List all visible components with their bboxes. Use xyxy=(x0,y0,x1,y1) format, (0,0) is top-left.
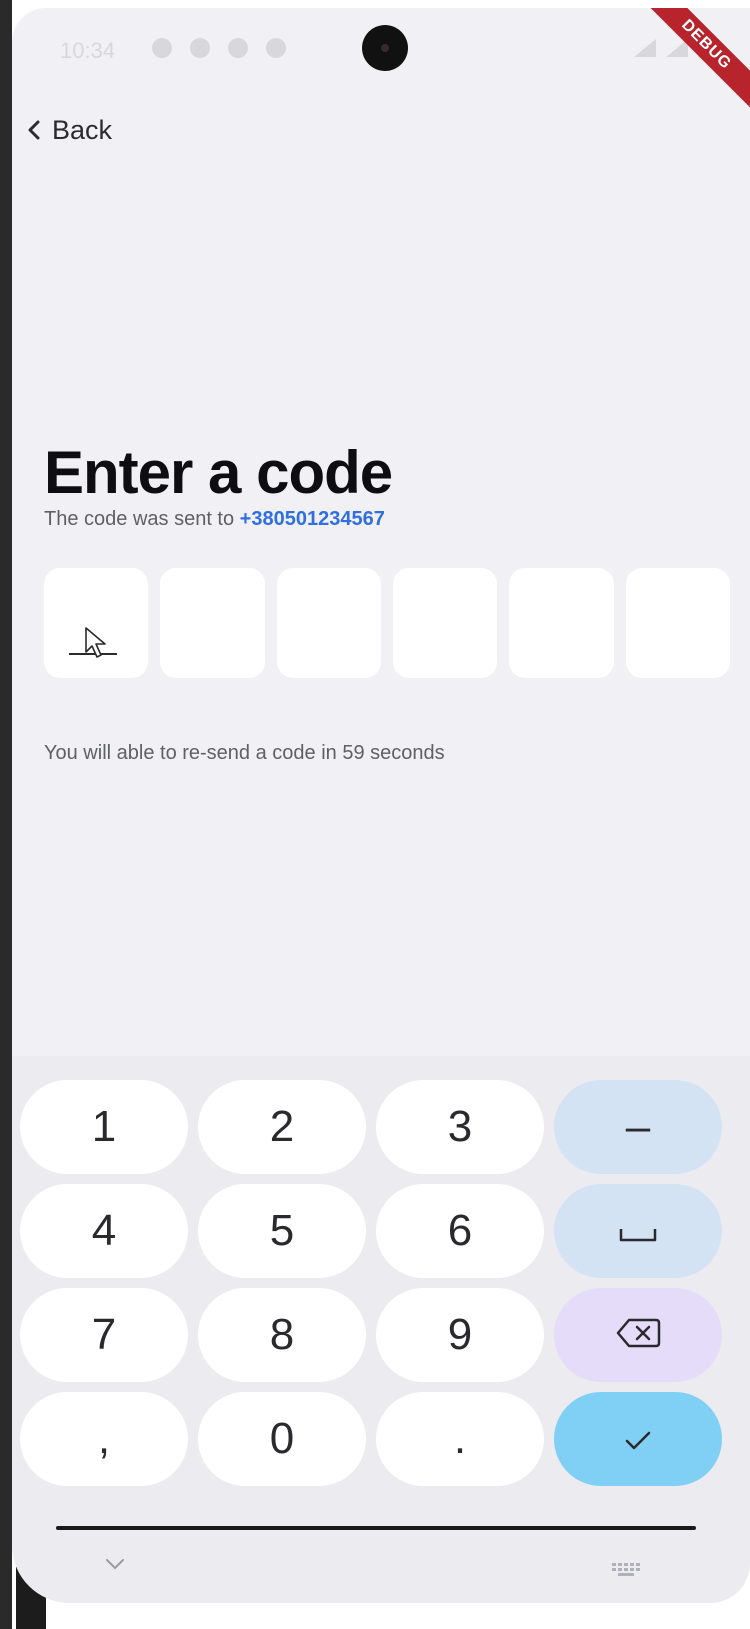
phone-number: +380501234567 xyxy=(239,508,385,530)
key-3[interactable]: 3 xyxy=(376,1080,544,1174)
space-icon xyxy=(618,1206,658,1256)
notification-icon xyxy=(228,38,248,58)
chevron-down-icon[interactable] xyxy=(104,1557,126,1576)
key-period[interactable]: . xyxy=(376,1392,544,1486)
phone-screen: 10:34 DEBUG Back Enter a code The code w… xyxy=(12,8,750,1603)
key-backspace[interactable] xyxy=(554,1288,722,1382)
device-frame-left xyxy=(0,0,12,1629)
code-digit-input-5[interactable] xyxy=(509,568,614,678)
key-done[interactable] xyxy=(554,1392,722,1486)
key-7[interactable]: 7 xyxy=(20,1288,188,1382)
key-1[interactable]: 1 xyxy=(20,1080,188,1174)
code-digit-input-2[interactable] xyxy=(160,568,265,678)
key-9[interactable]: 9 xyxy=(376,1288,544,1382)
back-label: Back xyxy=(52,114,113,145)
code-input-group xyxy=(44,568,730,678)
code-sent-subtitle: The code was sent to +380501234567 xyxy=(44,508,385,531)
key-6[interactable]: 6 xyxy=(376,1184,544,1278)
backspace-icon xyxy=(615,1310,661,1360)
key-5[interactable]: 5 xyxy=(198,1184,366,1278)
keyboard-switch-icon[interactable] xyxy=(612,1563,640,1582)
wifi-icon xyxy=(634,39,656,57)
status-bar: 10:34 xyxy=(12,8,750,88)
key-2[interactable]: 2 xyxy=(198,1080,366,1174)
notification-icon xyxy=(190,38,210,58)
back-button[interactable]: Back xyxy=(26,108,112,152)
chevron-left-icon xyxy=(26,119,42,141)
notification-icon xyxy=(152,38,172,58)
key-minus[interactable]: – xyxy=(554,1080,722,1174)
key-4[interactable]: 4 xyxy=(20,1184,188,1278)
key-8[interactable]: 8 xyxy=(198,1288,366,1382)
key-comma[interactable]: , xyxy=(20,1392,188,1486)
code-digit-input-6[interactable] xyxy=(625,568,730,678)
key-0[interactable]: 0 xyxy=(198,1392,366,1486)
resend-countdown: You will able to re-send a code in 59 se… xyxy=(44,742,445,764)
check-icon xyxy=(623,1414,653,1464)
notification-icons xyxy=(152,38,286,58)
code-digit-input-1[interactable] xyxy=(44,568,149,678)
page-title: Enter a code xyxy=(44,439,393,506)
keyboard-bottom-row xyxy=(12,1543,750,1603)
mouse-pointer-icon xyxy=(84,626,108,665)
code-digit-input-3[interactable] xyxy=(276,568,381,678)
key-space[interactable] xyxy=(554,1184,722,1278)
numeric-keyboard: 1 2 3 – 4 5 6 7 8 9 , 0 . xyxy=(12,1056,750,1603)
code-digit-input-4[interactable] xyxy=(392,568,498,678)
status-time: 10:34 xyxy=(60,38,116,63)
notification-icon xyxy=(266,38,286,58)
subtitle-text: The code was sent to xyxy=(44,508,235,530)
front-camera xyxy=(362,25,408,71)
device-bottom-edge xyxy=(56,1526,696,1530)
